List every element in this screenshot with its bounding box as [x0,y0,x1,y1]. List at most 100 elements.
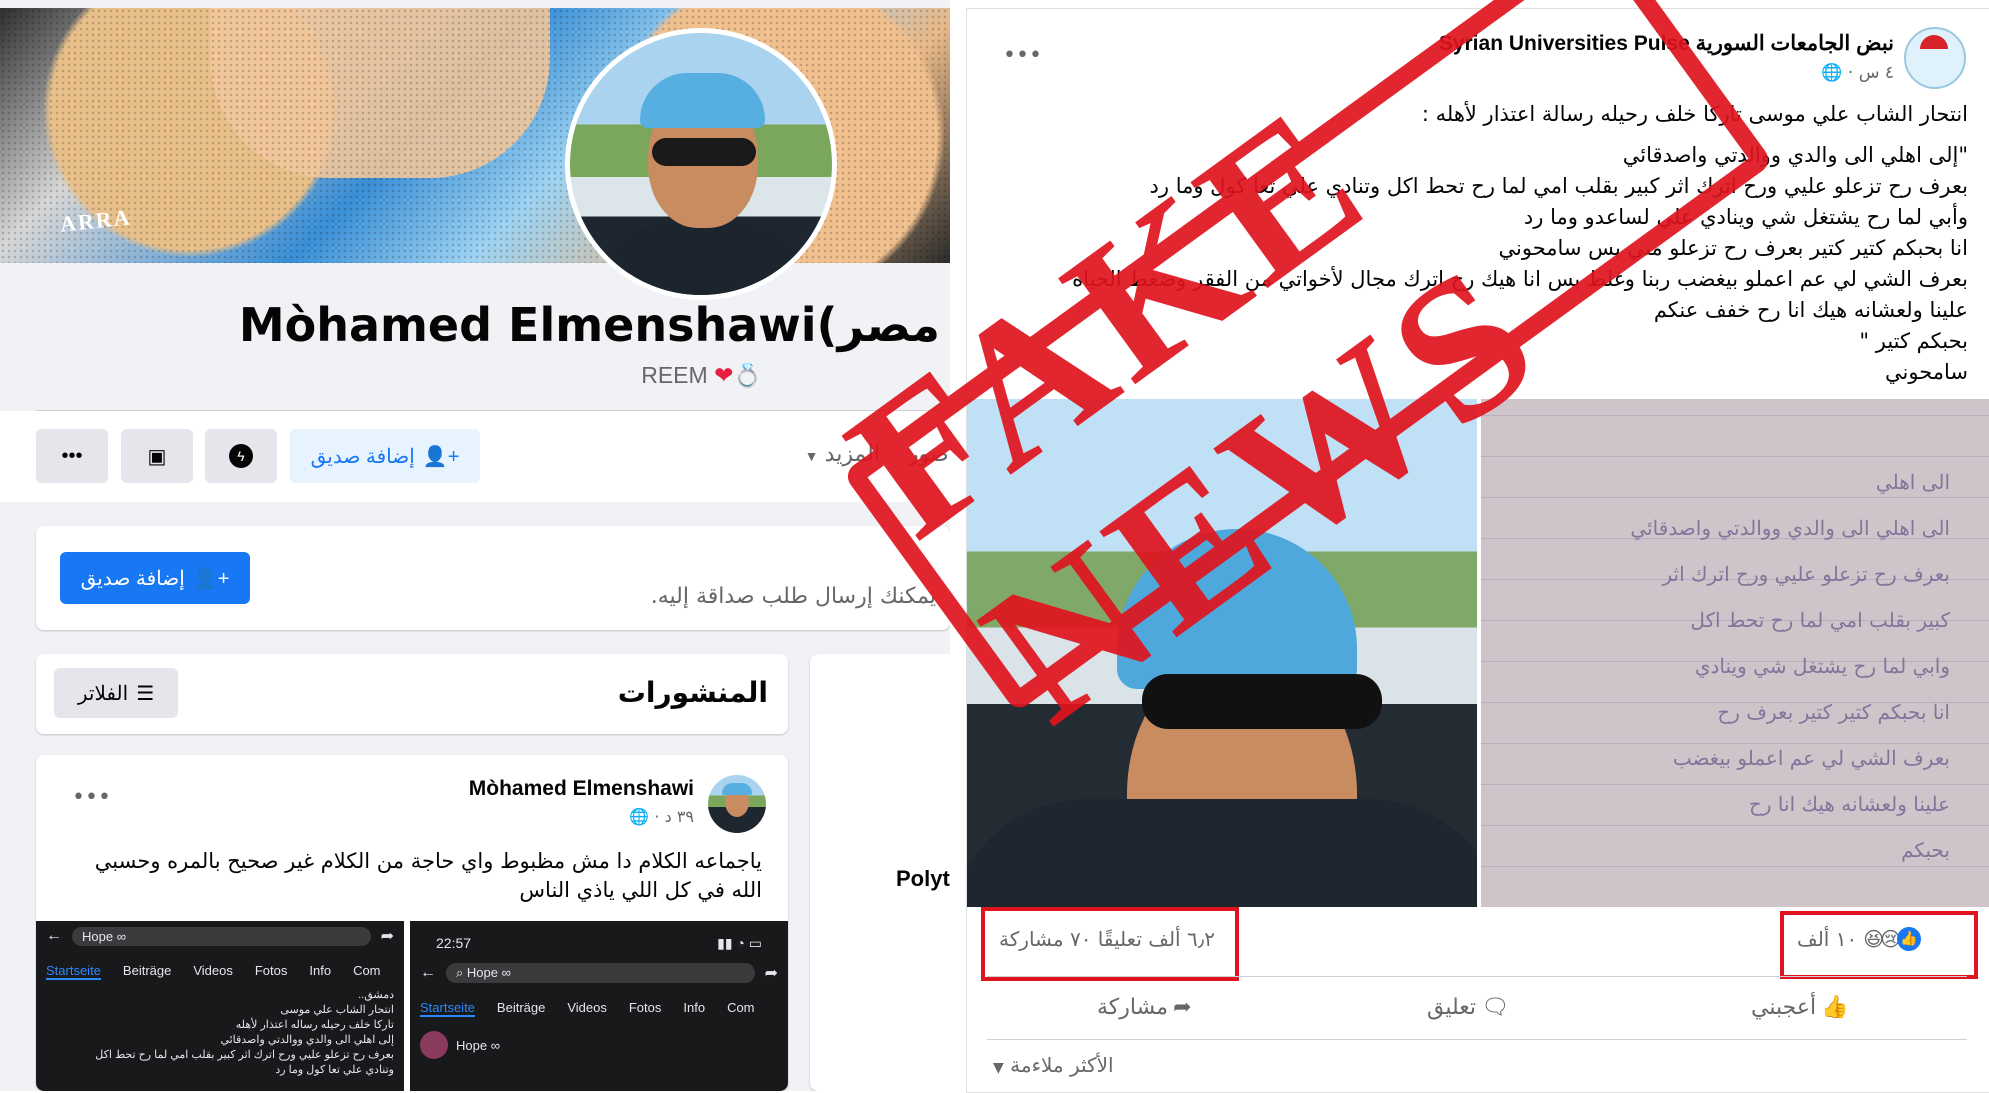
screenshot-left-text: دمشق.. انتحار الشاب علي موسى تاركا خلف ر… [36,980,404,1086]
ss-right-searchbar: ← ⌕ Hope ∞ ➦ [410,958,788,988]
ss-tab: Videos [567,1000,607,1015]
ss-status-bar: 22:57 ▮▮ ◔ ▭ [410,921,788,958]
globe-icon: 🌐 [629,807,650,826]
ss-right-search-text: Hope ∞ [466,965,511,980]
sort-comments-dropdown[interactable]: ▼ الأكثر ملاءمة [993,1053,1114,1077]
comment-action[interactable]: تعليق 🗨 [1427,995,1509,1020]
ss-tab: Info [683,1000,706,1015]
share-icon: ➦ [1173,995,1192,1020]
like-label: أعجبني [1751,995,1817,1020]
add-friend-button-2[interactable]: إضافة صديق 👤+ [60,552,250,604]
post-actions: مشاركة ➦ تعليق 🗨 أعجبني 👍 [967,989,1989,1033]
ss-line: وتنادي علي تعا كول وما رد [275,1064,394,1076]
sliders-icon: ☰ [136,682,155,705]
ss-line: إلى اهلي الى والدي ووالدتي واصدقائي [220,1034,394,1046]
screenshot-left-searchbar: ← Hope ∞ ➦ [36,921,404,951]
post-options-icon[interactable]: ••• [72,785,111,810]
comment-label: تعليق [1427,995,1477,1020]
hand-line: علينا ولعشانه هيك انا رح [1749,792,1950,816]
ss-right-tabs: Startseite Beiträge Videos Fotos Info Co… [410,1000,788,1017]
share-action[interactable]: مشاركة ➦ [1097,995,1192,1020]
hand-line: وابي لما رح يشتغل شي وينادي [1694,654,1950,678]
back-arrow-icon: ← [420,964,436,981]
sort-label: الأكثر ملاءمة [1010,1053,1114,1077]
reactions-count: ١٠ ألف [1797,927,1858,951]
archive-icon: ▣ [147,445,167,468]
santa-hat-icon [1920,35,1948,49]
ss-tab: Fotos [628,1000,662,1015]
handwritten-letter: الى اهلي الى اهلي الى والدي ووالدتي واصد… [1481,399,1989,933]
hand-line: بعرف رح تزعلو عليي ورح اترك اثر [1662,562,1950,586]
comments-shares[interactable]: ٦٫٢ ألف تعليقًا ٧٠ مشاركة [989,927,1225,951]
post-author[interactable]: Mòhamed Elmenshawi [469,777,694,801]
profile-subtitle: REEM ❤💍 [0,362,762,389]
ss-tab: Com [727,1000,755,1015]
more-options-button[interactable]: ••• [36,429,108,483]
filters-button[interactable]: الفلاتر ☰ [54,668,178,718]
comment-icon: 🗨 [1481,995,1510,1020]
messenger-button[interactable]: ϟ [205,429,277,483]
profile-avatar[interactable] [565,28,837,300]
archive-button[interactable]: ▣ [121,429,193,483]
ss-tab: Startseite [46,963,101,980]
like-icon: 👍 [1896,927,1921,951]
ss-tab: Videos [193,963,233,978]
avatar-cap [640,73,765,128]
thumbs-up-icon: 👍 [1821,995,1849,1020]
add-friend-label-2: إضافة صديق [80,567,185,590]
ss-line: بعرف رح تزعلو عليي ورح اترك اثر كبير بقل… [95,1049,394,1061]
source-post-time-text: ٤ س · [1847,63,1894,83]
heart-icon: ❤ [714,362,734,388]
like-action[interactable]: أعجبني 👍 [1751,995,1849,1020]
ss-line: دمشق.. [358,989,394,1001]
ss-signal-icons: ▮▮ ◔ ▭ [717,935,762,951]
screenshot-left-search: Hope ∞ [72,926,371,946]
screenshot-left: ← Hope ∞ ➦ Startseite Beiträge Videos Fo… [36,921,404,1091]
add-friend-button[interactable]: إضافة صديق 👤+ [290,429,480,483]
profile-subtitle-text: REEM [641,362,708,388]
back-arrow-icon: ← [46,927,62,944]
divider [987,1039,1967,1040]
share-label: مشاركة [1097,995,1169,1020]
globe-icon: 🌐 [1821,63,1843,83]
posts-heading: المنشورات [617,676,768,709]
posts-header-card: المنشورات الفلاتر ☰ [36,654,788,734]
ss-line: تاركا خلف رحيله رساله اعتذار لأهله [235,1019,394,1031]
post-time[interactable]: ٣٩ د · 🌐 [629,807,694,826]
add-user-icon: 👤+ [192,567,230,590]
profile-tab-bar: ••• ▣ ϟ إضافة صديق 👤+ المزيد ▼ صور [0,411,950,502]
page-avatar[interactable] [1904,27,1966,89]
source-post-options-icon[interactable]: ••• [1003,43,1042,68]
ss-right-page: Hope ∞ [410,1017,788,1073]
profile-panel: ARRA Mòhamed Elmenshawi(مصر REEM ❤💍 ••• … [0,0,950,1091]
ss-tab: Beiträge [122,963,172,978]
add-user-icon: 👤+ [422,445,460,468]
post-photo-letter[interactable]: الى اهلي الى اهلي الى والدي ووالدتي واصد… [1481,399,1989,907]
share-arrow-icon: ➦ [764,965,778,982]
ss-page-name: Hope ∞ [456,1037,500,1053]
post-avatar[interactable] [708,775,766,833]
messenger-icon: ϟ [229,444,253,468]
intro-partial-text: Polyt [896,866,950,891]
caret-down-icon: ▼ [804,448,819,464]
hand-line: الى اهلي الى والدي ووالدتي واصدقائي [1630,516,1950,540]
reactions-summary[interactable]: ١٠ ألف 😆 😢 👍 [1797,927,1921,951]
hand-line: انا بحبكم كتير كتير بعرف رح [1717,700,1950,724]
avatar-shirt [590,223,820,295]
divider [987,976,1967,977]
share-arrow-icon: ➦ [380,928,394,945]
caret-down-icon: ▼ [993,1060,1004,1076]
avatar-sunglasses [652,138,756,166]
source-post-time[interactable]: ٤ س · 🌐 [1821,63,1894,83]
ss-tab: Fotos [254,963,288,978]
ss-line: انتحار الشاب علي موسى [280,1004,394,1016]
ss-tab: Beiträge [496,1000,546,1015]
screenshot-left-tabs: Startseite Beiträge Videos Fotos Info Co… [36,963,404,980]
hand-line: بعرف الشي لي عم اعملو بيغضب [1672,746,1950,770]
ss-clock: 22:57 [436,935,472,951]
ss-tab: Com [353,963,381,978]
add-friend-label: إضافة صديق [310,445,415,468]
hand-line: كبير بقلب امي لما رح تحط اكل [1690,608,1950,632]
ss-page-avatar [420,1031,448,1059]
screenshot-right: 22:57 ▮▮ ◔ ▭ ← ⌕ Hope ∞ ➦ Startseite Bei… [410,921,788,1091]
